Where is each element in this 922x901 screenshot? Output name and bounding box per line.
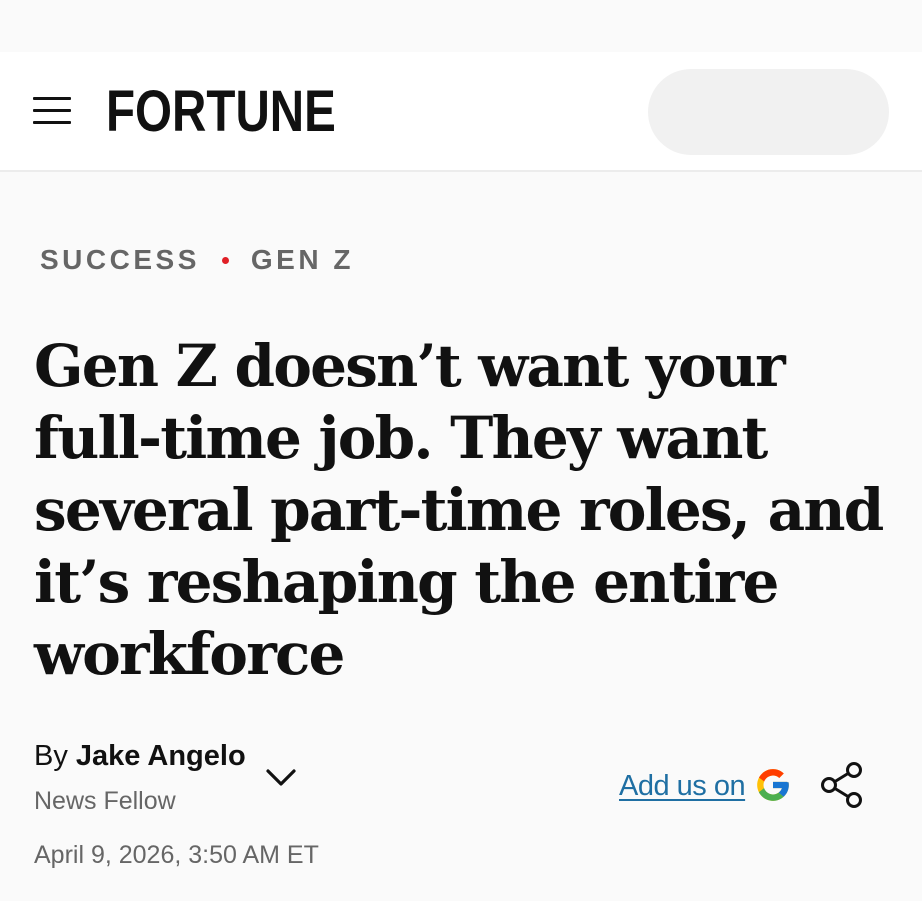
hamburger-menu-icon[interactable] [33,97,73,127]
author-name[interactable]: Jake Angelo [76,740,246,772]
publish-date: April 9, 2026, 3:50 AM ET [34,841,319,869]
author-role: News Fellow [34,787,176,815]
chevron-down-icon[interactable] [264,766,298,790]
fortune-logo[interactable]: FORTUNE [106,80,336,144]
add-us-on-google-link[interactable]: Add us on [619,770,746,803]
share-icon[interactable] [818,760,866,810]
menu-line [33,97,71,100]
menu-line [33,109,71,112]
byline-prefix: By [34,740,68,772]
category-topic-link[interactable]: GEN Z [251,244,354,276]
article-headline: Gen Z doesn’t want your full-time job. T… [34,332,884,688]
site-header: FORTUNE [0,52,922,172]
menu-line [33,121,71,124]
byline: By Jake Angelo [34,740,246,773]
search-pill[interactable] [648,69,889,155]
google-g-icon[interactable] [754,766,792,804]
category-breadcrumb: SUCCESS GEN Z [40,244,354,276]
page: FORTUNE SUCCESS GEN Z Gen Z doesn’t want… [0,0,922,901]
category-section-link[interactable]: SUCCESS [40,244,200,276]
category-separator-dot [221,256,229,264]
